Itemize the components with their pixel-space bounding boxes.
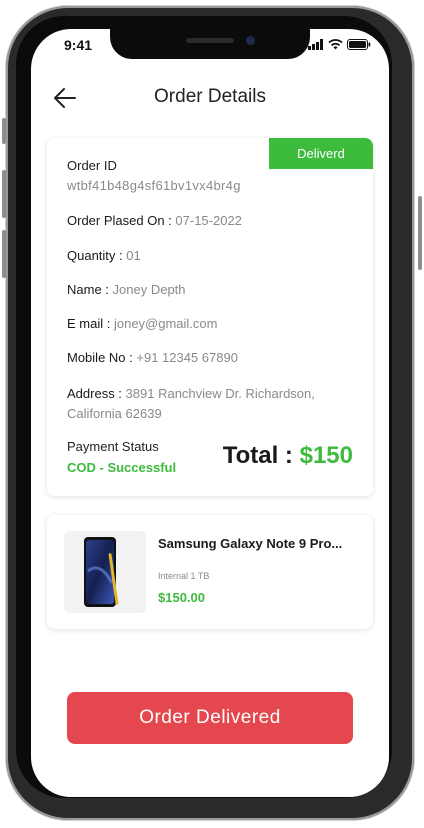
power-button (418, 196, 422, 270)
volume-down-button (2, 230, 6, 278)
name-row: Name : Joney Depth (67, 282, 186, 297)
address-label: Address : (67, 386, 122, 401)
order-id-value: wtbf41b48g4sf61bv1vx4br4g (67, 178, 241, 193)
mobile-value: +91 12345 67890 (136, 350, 238, 365)
product-image (64, 531, 146, 613)
order-info-card: Deliverd Order ID wtbf41b48g4sf61bv1vx4b… (47, 138, 373, 496)
quantity-value: 01 (126, 248, 141, 263)
quantity-label: Quantity : (67, 248, 123, 263)
status-icons (308, 39, 371, 50)
payment-status-label: Payment Status (67, 439, 159, 454)
order-total: Total : $150 (223, 442, 353, 470)
total-label: Total : (222, 442, 293, 469)
name-value: Joney Depth (112, 282, 186, 297)
status-badge: Deliverd (269, 138, 373, 169)
payment-status-value: COD - Successful (67, 460, 177, 475)
speaker-grille (186, 38, 234, 43)
product-name: Samsung Galaxy Note 9 Pro... (158, 536, 343, 551)
notch (110, 29, 310, 59)
order-placed-row: Order Plased On : 07-15-2022 (67, 213, 242, 228)
battery-icon (347, 39, 371, 50)
name-label: Name : (67, 282, 109, 297)
screen: 9:41 Order Details Deliverd Order ID wtb… (31, 29, 389, 797)
order-placed-value: 07-15-2022 (175, 213, 242, 228)
order-id-label: Order ID (67, 158, 117, 173)
address-row: Address : 3891 Ranchview Dr. Richardson,… (67, 384, 357, 424)
signal-icon (308, 39, 323, 50)
front-camera (246, 36, 255, 45)
order-delivered-button[interactable]: Order Delivered (67, 692, 353, 744)
phone-product-icon (84, 537, 119, 607)
wifi-icon (328, 39, 343, 50)
product-variant: Internal 1 TB (158, 571, 210, 581)
email-row: E mail : joney@gmail.com (67, 316, 217, 331)
mobile-label: Mobile No : (67, 350, 133, 365)
status-time: 9:41 (64, 37, 93, 53)
mute-switch (2, 118, 6, 144)
email-value: joney@gmail.com (113, 316, 218, 331)
product-price: $150.00 (158, 590, 205, 605)
mobile-row: Mobile No : +91 12345 67890 (67, 350, 238, 365)
volume-up-button (2, 170, 6, 218)
email-label: E mail : (67, 316, 111, 331)
product-card[interactable]: Samsung Galaxy Note 9 Pro... Internal 1 … (47, 515, 373, 629)
total-amount: $150 (299, 442, 353, 469)
quantity-row: Quantity : 01 (67, 248, 141, 263)
page-title: Order Details (154, 86, 266, 107)
order-placed-label: Order Plased On : (67, 213, 172, 228)
